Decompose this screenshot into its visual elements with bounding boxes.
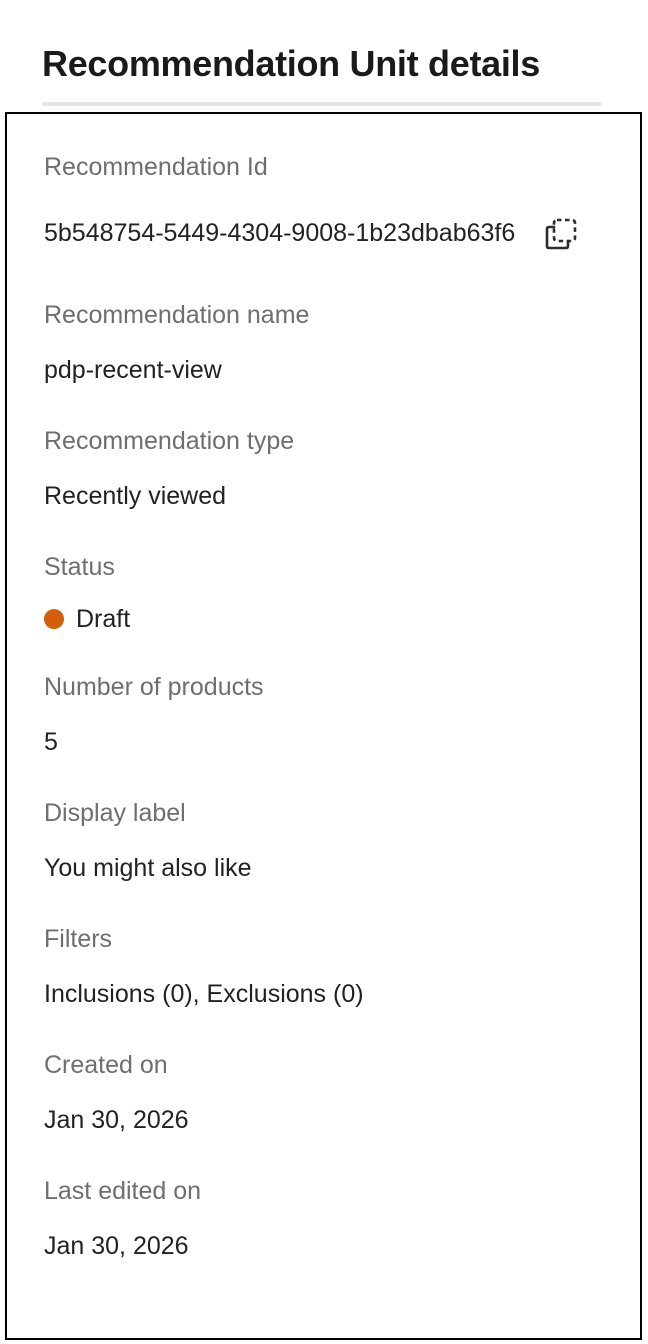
copy-id-button[interactable] — [541, 214, 581, 254]
status-label: Status — [44, 553, 115, 581]
filters-label: Filters — [44, 925, 113, 953]
status-badge: Draft — [44, 602, 130, 636]
recommendation-name-value: pdp-recent-view — [44, 356, 222, 384]
created-on-value: Jan 30, 2026 — [44, 1106, 189, 1134]
display-label-label: Display label — [44, 799, 186, 827]
last-edited-label: Last edited on — [44, 1177, 202, 1205]
status-dot-icon — [44, 609, 64, 629]
details-panel: Recommendation Id 5b548754-5449-4304-900… — [5, 112, 642, 1340]
number-of-products-value: 5 — [44, 728, 58, 756]
recommendation-id-label: Recommendation Id — [44, 153, 268, 181]
copy-icon — [545, 218, 577, 250]
filters-value: Inclusions (0), Exclusions (0) — [44, 980, 364, 1008]
page-title: Recommendation Unit details — [42, 43, 540, 84]
recommendation-name-label: Recommendation name — [44, 301, 310, 329]
recommendation-id-value: 5b548754-5449-4304-9008-1b23dbab63f6 — [44, 219, 516, 247]
last-edited-value: Jan 30, 2026 — [44, 1232, 189, 1260]
recommendation-type-label: Recommendation type — [44, 427, 295, 455]
recommendation-type-value: Recently viewed — [44, 482, 227, 510]
display-label-value: You might also like — [44, 854, 252, 882]
number-of-products-label: Number of products — [44, 673, 264, 701]
status-value: Draft — [76, 605, 131, 633]
created-on-label: Created on — [44, 1051, 168, 1079]
title-divider — [42, 102, 602, 106]
